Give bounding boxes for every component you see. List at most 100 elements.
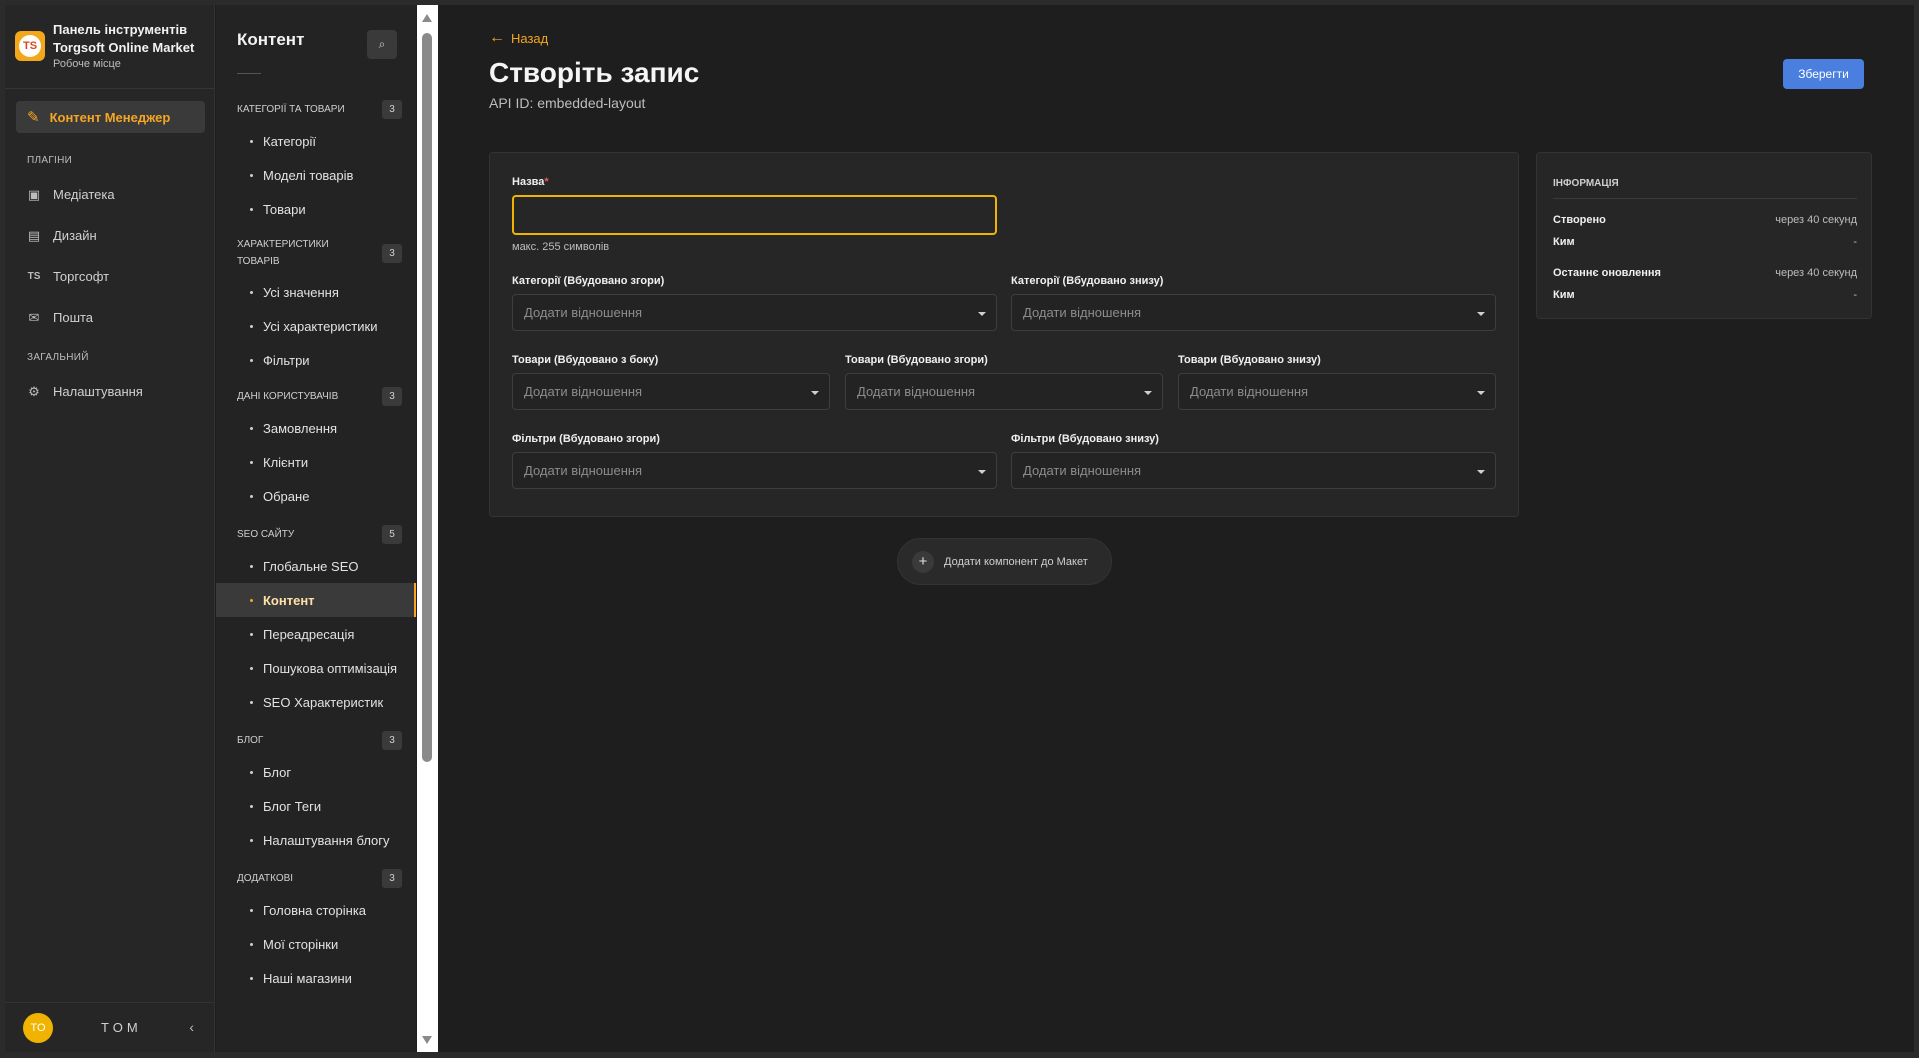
- sidebar-item-label: Налаштування блогу: [263, 832, 390, 848]
- content-sidebar-title: Контент: [237, 30, 305, 49]
- group-head[interactable]: БЛОГ 3: [216, 731, 416, 750]
- brand: TS Панель інструментів Torgsoft Online M…: [5, 5, 214, 89]
- group-head[interactable]: КАТЕГОРІЇ ТА ТОВАРИ 3: [216, 100, 416, 119]
- sidebar-item[interactable]: Налаштування блогу: [216, 823, 416, 857]
- sidebar-search-button[interactable]: ⌕: [367, 30, 397, 59]
- sidebar-item[interactable]: Блог Теги: [216, 789, 416, 823]
- group-head[interactable]: ХАРАКТЕРИСТИКИ ТОВАРІВ 3: [216, 236, 416, 270]
- sidebar-item-label: Усі значення: [263, 284, 339, 300]
- categories-bottom-select[interactable]: Додати відношення: [1011, 294, 1496, 331]
- sidebar-item-label: Замовлення: [263, 420, 338, 436]
- categories-top-select[interactable]: Додати відношення: [512, 294, 997, 331]
- caret-down-icon: [1477, 391, 1485, 395]
- nav-item-label: Налаштування: [53, 384, 143, 399]
- sidebar-scrollbar[interactable]: [417, 5, 438, 1052]
- avatar[interactable]: TO: [23, 1012, 53, 1043]
- group-label: ДОДАТКОВІ: [237, 873, 294, 884]
- back-link[interactable]: ← Назад: [489, 29, 548, 47]
- products-top-select[interactable]: Додати відношення: [845, 373, 1163, 410]
- nav-item-media[interactable]: ▣ Медіатека: [5, 174, 214, 215]
- select-placeholder: Додати відношення: [857, 384, 976, 399]
- nav-item-label: Дизайн: [53, 228, 97, 243]
- nav-item-mail[interactable]: ✉ Пошта: [5, 297, 214, 338]
- brand-title-line1: Панель інструментів: [53, 22, 188, 37]
- group-count-badge: 3: [382, 869, 402, 888]
- sidebar-item-label: Обране: [263, 488, 310, 504]
- plus-icon: +: [912, 550, 934, 573]
- group-label: КАТЕГОРІЇ ТА ТОВАРИ: [237, 104, 345, 115]
- nav-item-settings[interactable]: ⚙ Налаштування: [5, 371, 214, 412]
- caret-down-icon: [811, 391, 819, 395]
- sidebar-item[interactable]: Пошукова оптимізація: [216, 651, 416, 685]
- main-content: ← Назад Створіть запис API ID: embedded-…: [439, 5, 1914, 1052]
- sidebar-item[interactable]: Наші магазини: [216, 961, 416, 995]
- scroll-down-icon[interactable]: [422, 1036, 432, 1044]
- sidebar-item[interactable]: Моделі товарів: [216, 158, 416, 192]
- nav-section-plugins: ПЛАГІНИ: [27, 155, 73, 166]
- select-placeholder: Додати відношення: [524, 305, 643, 320]
- group-head[interactable]: ДОДАТКОВІ 3: [216, 869, 416, 888]
- collapse-nav-icon[interactable]: ‹: [189, 1019, 194, 1035]
- sidebar-item-active[interactable]: Контент: [216, 583, 416, 617]
- sidebar-item[interactable]: Переадресація: [216, 617, 416, 651]
- products-bottom-select[interactable]: Додати відношення: [1178, 373, 1496, 410]
- info-value: через 40 секунд: [1775, 214, 1857, 226]
- name-hint: макс. 255 символів: [512, 241, 610, 253]
- sidebar-item[interactable]: Глобальне SEO: [216, 549, 416, 583]
- sidebar-item[interactable]: Категорії: [216, 124, 416, 158]
- field-label: Категорії (Вбудовано знизу): [1011, 275, 1164, 287]
- nav-item-label: Пошта: [53, 310, 94, 325]
- sidebar-item[interactable]: Блог: [216, 755, 416, 789]
- sidebar-item[interactable]: Товари: [216, 192, 416, 226]
- required-mark: *: [544, 176, 549, 188]
- brand-subtitle: Робоче місце: [53, 58, 121, 70]
- sidebar-item-label: Категорії: [263, 133, 316, 149]
- name-label-text: Назва: [512, 176, 545, 188]
- sidebar-item[interactable]: Фільтри: [216, 343, 416, 377]
- sidebar-item[interactable]: Мої сторінки: [216, 927, 416, 961]
- select-placeholder: Додати відношення: [1023, 305, 1142, 320]
- save-button[interactable]: Зберегти: [1783, 59, 1864, 89]
- nav-item-design[interactable]: ▤ Дизайн: [5, 215, 214, 256]
- field-label: Фільтри (Вбудовано згори): [512, 433, 660, 445]
- sidebar-item-label: Глобальне SEO: [263, 558, 359, 574]
- filters-top-select[interactable]: Додати відношення: [512, 452, 997, 489]
- sidebar-item-label: SEO Характеристик: [263, 694, 384, 710]
- info-panel: ІНФОРМАЦІЯ Створено через 40 секунд Ким - …: [1536, 152, 1872, 319]
- sidebar-item[interactable]: Обране: [216, 479, 416, 513]
- group-label: ХАРАКТЕРИСТИКИ ТОВАРІВ: [237, 239, 329, 267]
- paint-roller-icon: ▤: [27, 227, 41, 243]
- sidebar-item-label: Клієнти: [263, 454, 309, 470]
- sidebar-item-label: Контент: [263, 592, 315, 608]
- filters-bottom-select[interactable]: Додати відношення: [1011, 452, 1496, 489]
- group-head[interactable]: SEO САЙТУ 5: [216, 525, 416, 544]
- group-count-badge: 5: [382, 525, 402, 544]
- sidebar-item[interactable]: Усі значення: [216, 275, 416, 309]
- divider: [237, 73, 261, 74]
- mail-icon: ✉: [28, 309, 40, 325]
- products-side-select[interactable]: Додати відношення: [512, 373, 830, 410]
- page-title: Створіть запис: [489, 57, 700, 88]
- scroll-up-icon[interactable]: [422, 14, 432, 22]
- sidebar-item-label: Блог: [263, 764, 292, 780]
- nav-item-torgsoft[interactable]: TS Торгсофт: [5, 256, 214, 297]
- sidebar-item[interactable]: Клієнти: [216, 445, 416, 479]
- name-input[interactable]: [512, 195, 997, 235]
- sidebar-item-label: Блог Теги: [263, 798, 322, 814]
- nav-content-manager[interactable]: ✎ Контент Менеджер: [16, 101, 205, 133]
- group-head[interactable]: ДАНІ КОРИСТУВАЧІВ 3: [216, 387, 416, 406]
- sidebar-item[interactable]: SEO Характеристик: [216, 685, 416, 719]
- scrollbar-thumb[interactable]: [422, 33, 432, 762]
- add-component-button[interactable]: + Додати компонент до Макет: [897, 538, 1112, 585]
- image-icon: ▣: [27, 186, 41, 202]
- caret-down-icon: [978, 470, 986, 474]
- brand-title-line2: Torgsoft Online Market: [53, 40, 195, 55]
- info-key: Ким: [1553, 236, 1575, 248]
- sidebar-item[interactable]: Усі характеристики: [216, 309, 416, 343]
- info-key: Створено: [1553, 214, 1606, 226]
- field-label: Товари (Вбудовано згори): [845, 354, 988, 366]
- sidebar-item[interactable]: Головна сторінка: [216, 893, 416, 927]
- group-label: SEO САЙТУ: [237, 529, 295, 540]
- sidebar-item[interactable]: Замовлення: [216, 411, 416, 445]
- nav-item-label: Медіатека: [53, 187, 115, 202]
